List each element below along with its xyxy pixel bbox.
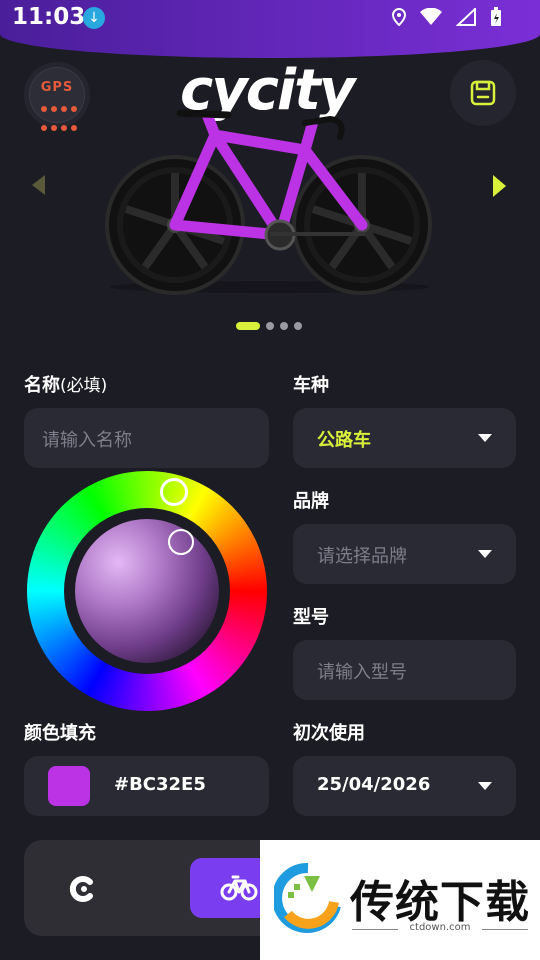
location-icon [391, 7, 407, 27]
model-label: 型号 [293, 607, 329, 628]
battery-icon [490, 7, 502, 27]
watermark-divider [482, 929, 528, 930]
watermark-logo-icon [274, 862, 341, 933]
first-use-date-select[interactable]: 25/04/2026 [293, 756, 516, 816]
carousel-dot[interactable] [266, 322, 274, 330]
color-swatch [48, 766, 90, 806]
gps-label: GPS [40, 80, 74, 95]
bike-image [105, 109, 432, 295]
type-value: 公路车 [317, 430, 371, 451]
carousel-dot[interactable] [294, 322, 302, 330]
brand-placeholder: 请选择品牌 [317, 546, 407, 567]
wifi-icon [420, 7, 442, 26]
chevron-down-icon [478, 434, 492, 442]
watermark: 传统下载 ctdown.com [260, 840, 540, 960]
bicycle-icon [220, 875, 258, 901]
carousel-dot-active[interactable] [236, 322, 260, 330]
name-placeholder: 请输入名称 [42, 430, 132, 451]
gps-dots-icon [39, 98, 79, 131]
brand-label: 品牌 [293, 491, 329, 512]
color-field[interactable]: #BC32E5 [24, 756, 269, 816]
status-time: 11:03 [12, 4, 86, 30]
name-label: 名称(必填) [24, 371, 107, 397]
chevron-down-icon [478, 550, 492, 558]
hue-selector-handle[interactable] [160, 478, 188, 506]
name-input[interactable]: 请输入名称 [24, 408, 269, 468]
model-input[interactable]: 请输入型号 [293, 640, 516, 700]
first-use-date-value: 25/04/2026 [317, 774, 431, 795]
watermark-url: ctdown.com [409, 922, 471, 933]
signal-icon [455, 6, 476, 26]
color-hex-value: #BC32E5 [114, 774, 206, 795]
type-select[interactable]: 公路车 [293, 408, 516, 468]
download-icon: ↓ [83, 7, 105, 29]
carousel-indicator [236, 322, 302, 330]
brand-select[interactable]: 请选择品牌 [293, 524, 516, 584]
previous-arrow-icon[interactable] [32, 175, 45, 195]
chevron-down-icon [478, 782, 492, 790]
required-hint: (必填) [60, 376, 108, 396]
status-bar: 11:03 ↓ [0, 0, 540, 60]
shade-selector-handle[interactable] [168, 529, 194, 555]
watermark-title: 传统下载 [350, 877, 530, 928]
first-use-label: 初次使用 [293, 723, 365, 744]
cycity-c-icon[interactable] [68, 874, 98, 904]
carousel-dot[interactable] [280, 322, 288, 330]
save-button[interactable] [450, 60, 516, 126]
saturation-picker[interactable] [75, 519, 219, 663]
gps-button[interactable]: GPS [24, 62, 90, 131]
model-placeholder: 请输入型号 [317, 662, 407, 683]
color-label: 颜色填充 [24, 723, 96, 744]
next-arrow-icon[interactable] [493, 175, 506, 197]
type-label: 车种 [293, 375, 329, 396]
system-icons [391, 6, 502, 27]
name-label-text: 名称 [24, 375, 60, 396]
save-icon [470, 80, 496, 106]
color-wheel[interactable] [27, 471, 267, 711]
